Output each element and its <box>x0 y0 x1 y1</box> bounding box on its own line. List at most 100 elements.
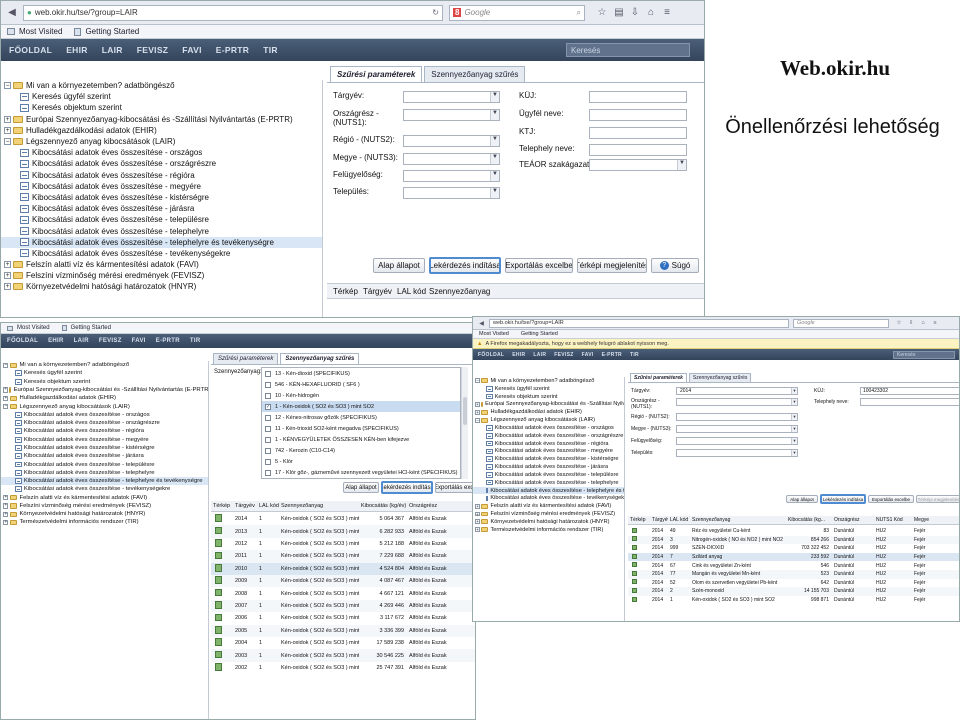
tree-node[interactable]: + Környezetvédelmi hatósági határozatok (… <box>1 281 322 292</box>
run-query-button[interactable]: Lekérdezés indítása <box>820 494 866 504</box>
collapse-icon[interactable]: − <box>3 403 9 410</box>
bookmark-most-visited[interactable]: Most Visited <box>7 325 50 331</box>
tree-node[interactable]: Kibocsátási adatok éves összesítése - te… <box>1 485 208 493</box>
tree-node[interactable]: + Természetvédelmi információs rendszer (… <box>1 518 208 526</box>
back-icon[interactable]: ◀ <box>477 320 486 327</box>
map-image-icon[interactable] <box>215 514 223 522</box>
select-regio[interactable]: ▼ <box>676 413 798 421</box>
tree-node[interactable]: + Európai Szennyezőanyag-kibocsátási és -… <box>473 400 624 408</box>
checkbox[interactable] <box>265 425 271 432</box>
expand-icon[interactable]: + <box>475 511 480 517</box>
map-cell[interactable] <box>628 570 650 578</box>
select-telepules[interactable]: ▼ <box>676 449 798 457</box>
table-row[interactable]: 2014 1 Kén-oxidok ( SO2 és SO3 ) mint SO2 9… <box>628 596 959 605</box>
nav-item-fevisz[interactable]: FEVISZ <box>137 45 169 55</box>
map-cell[interactable] <box>211 576 233 585</box>
checkbox[interactable] <box>265 381 271 388</box>
collapse-icon[interactable]: − <box>4 82 11 90</box>
export-excel-button[interactable]: Exportálás excel <box>435 482 475 493</box>
expand-icon[interactable]: + <box>475 401 480 407</box>
map-image-icon[interactable] <box>215 588 223 597</box>
expand-icon[interactable]: + <box>475 503 480 509</box>
nav-item-ehir[interactable]: EHIR <box>512 352 525 358</box>
map-image-icon[interactable] <box>215 626 223 634</box>
tree-node[interactable]: + Felszíni vízminőség mérési eredmények (… <box>473 510 624 518</box>
select-megye[interactable]: ▼ <box>676 425 798 433</box>
map-cell[interactable] <box>211 613 233 623</box>
map-cell[interactable] <box>628 579 650 586</box>
nav-item-eprtr[interactable]: E-PRTR <box>602 352 622 358</box>
tree-node[interactable]: Kibocsátási adatok éves összesítése - te… <box>1 214 322 225</box>
tree-node[interactable]: Kibocsátási adatok éves összesítése - or… <box>473 424 624 432</box>
input-ugyfel-neve[interactable] <box>589 109 687 121</box>
map-view-button[interactable]: Térképi megjelenítés <box>577 258 647 273</box>
table-row[interactable]: 2003 1 Kén-oxidok ( SO2 és SO3 ) mint ... 3… <box>211 649 475 662</box>
tab-szennyezoanyag-szures[interactable]: Szennyezőanyag szűrés <box>424 66 526 82</box>
col-szennyezoanyag[interactable]: Szennyezőanyag <box>429 287 509 296</box>
checkbox[interactable] <box>265 414 271 421</box>
checkbox[interactable] <box>265 436 271 443</box>
map-image-icon[interactable] <box>215 638 223 646</box>
tree-node[interactable]: Kibocsátási adatok éves összesítése - me… <box>473 447 624 455</box>
bookmark-getting-started[interactable]: Getting Started <box>61 325 111 331</box>
table-row[interactable]: 2014 1 Kén-oxidok ( SO2 és SO3 ) mint ... 5… <box>211 513 475 525</box>
map-cell[interactable] <box>211 551 233 561</box>
tree-node[interactable]: Kibocsátási adatok éves összesítése - te… <box>1 476 208 486</box>
column-header[interactable]: Térkép <box>628 517 650 523</box>
table-row[interactable]: 2004 1 Kén-oxidok ( SO2 és SO3 ) mint ... 1… <box>211 637 475 649</box>
map-image-icon[interactable] <box>215 613 223 622</box>
tree-node[interactable]: Kibocsátási adatok éves összesítése - ré… <box>1 170 322 181</box>
checklist-scrollbar[interactable] <box>461 367 468 479</box>
tree-node[interactable]: Kibocsátási adatok éves összesítése - te… <box>1 469 208 477</box>
tab-szuresi-parameterek[interactable]: Szűrési paraméterek <box>330 66 423 82</box>
nav-item-fooldal[interactable]: FŐOLDAL <box>9 45 52 55</box>
map-image-icon[interactable] <box>215 526 223 535</box>
tree-node[interactable]: − Mi van a környezetemben? adatböngésző <box>1 80 322 91</box>
tree-node[interactable]: Kibocsátási adatok éves összesítése - te… <box>1 460 208 468</box>
expand-icon[interactable]: + <box>3 511 9 517</box>
column-header[interactable]: LAL kód <box>668 517 690 523</box>
map-image-icon[interactable] <box>215 576 223 584</box>
site-search-input[interactable]: Keresés <box>566 43 690 57</box>
tree-node[interactable]: Kibocsátási adatok éves összesítése - te… <box>1 236 322 248</box>
tree-node[interactable]: + Felszín alatti víz és kármentesítési ad… <box>1 494 208 502</box>
bookmark-most-visited[interactable]: Most Visited <box>479 331 509 337</box>
tree-node[interactable]: Kibocsátási adatok éves összesítése - ré… <box>1 427 208 435</box>
column-header[interactable]: Szennyezőanyag <box>279 503 359 509</box>
site-search-input[interactable]: Keresés <box>893 350 955 359</box>
map-cell[interactable] <box>211 626 233 635</box>
select-orszagresz[interactable]: ▼ <box>676 398 798 406</box>
pollutant-option[interactable]: 546 - KÉN-HEXAFLUORID ( SF6 ) <box>262 379 460 390</box>
home-icon[interactable]: ⌂ <box>917 320 929 326</box>
star-icon[interactable]: ☆ <box>893 320 905 326</box>
tree-node[interactable]: Keresés objektum szerint <box>1 378 208 386</box>
checkbox[interactable] <box>265 469 271 476</box>
nav-item-tir[interactable]: TIR <box>190 338 201 344</box>
scroll-thumb[interactable] <box>463 397 467 425</box>
select-teaor[interactable]: ▼ <box>589 159 687 171</box>
col-targyev[interactable]: Tárgyév <box>363 287 397 296</box>
map-image-icon[interactable] <box>632 544 638 551</box>
magnifier-icon[interactable]: ⌕ <box>577 8 581 18</box>
tab-szennyezoanyag-szures[interactable]: Szennyezőanyag szűrés <box>688 373 752 382</box>
tree-node[interactable]: + Felszíni vízminőség mérési eredmények (… <box>1 502 208 510</box>
table-row[interactable]: 2007 1 Kén-oxidok ( SO2 és SO3 ) mint ... 4… <box>211 599 475 613</box>
tab-szuresi-parameterek[interactable]: Szűrési paraméterek <box>213 353 279 364</box>
pollutant-option[interactable]: ✓ 1 - Kén-oxidok ( SO2 és SO3 ) mint SO2 <box>262 401 460 412</box>
tree-node[interactable]: Kibocsátási adatok éves összesítése - ki… <box>1 192 322 203</box>
col-terkep[interactable]: Térkép <box>327 287 363 296</box>
table-row[interactable]: 2005 1 Kén-oxidok ( SO2 és SO3 ) mint ... 3… <box>211 624 475 637</box>
tree-node[interactable]: Kibocsátási adatok éves összesítése - já… <box>1 203 322 214</box>
tree-node[interactable]: + Környezetvédelmi hatósági határozatok (… <box>473 518 624 526</box>
select-felugyeloseg[interactable]: ▼ <box>676 437 798 445</box>
url-bar[interactable]: ● web.okir.hu/tse/?group=LAIR ↻ <box>23 4 443 21</box>
tree-node[interactable]: Kibocsátási adatok éves összesítése - or… <box>1 147 322 158</box>
tree-node[interactable]: + Környezetvédelmi hatósági határozatok (… <box>1 510 208 518</box>
expand-icon[interactable]: + <box>4 272 11 280</box>
input-ktj[interactable] <box>589 127 687 139</box>
browser-search[interactable]: 8 Google ⌕ <box>449 4 585 21</box>
nav-item-lair[interactable]: LAIR <box>74 338 89 344</box>
table-row[interactable]: 2010 1 Kén-oxidok ( SO2 és SO3 ) mint ... 4… <box>211 562 475 575</box>
table-row[interactable]: 2014 7 Szilárd anyag 233 592 Dunántúl HU2 Fejé… <box>628 552 959 562</box>
pollutant-option[interactable]: 5 - Klór <box>262 456 460 467</box>
